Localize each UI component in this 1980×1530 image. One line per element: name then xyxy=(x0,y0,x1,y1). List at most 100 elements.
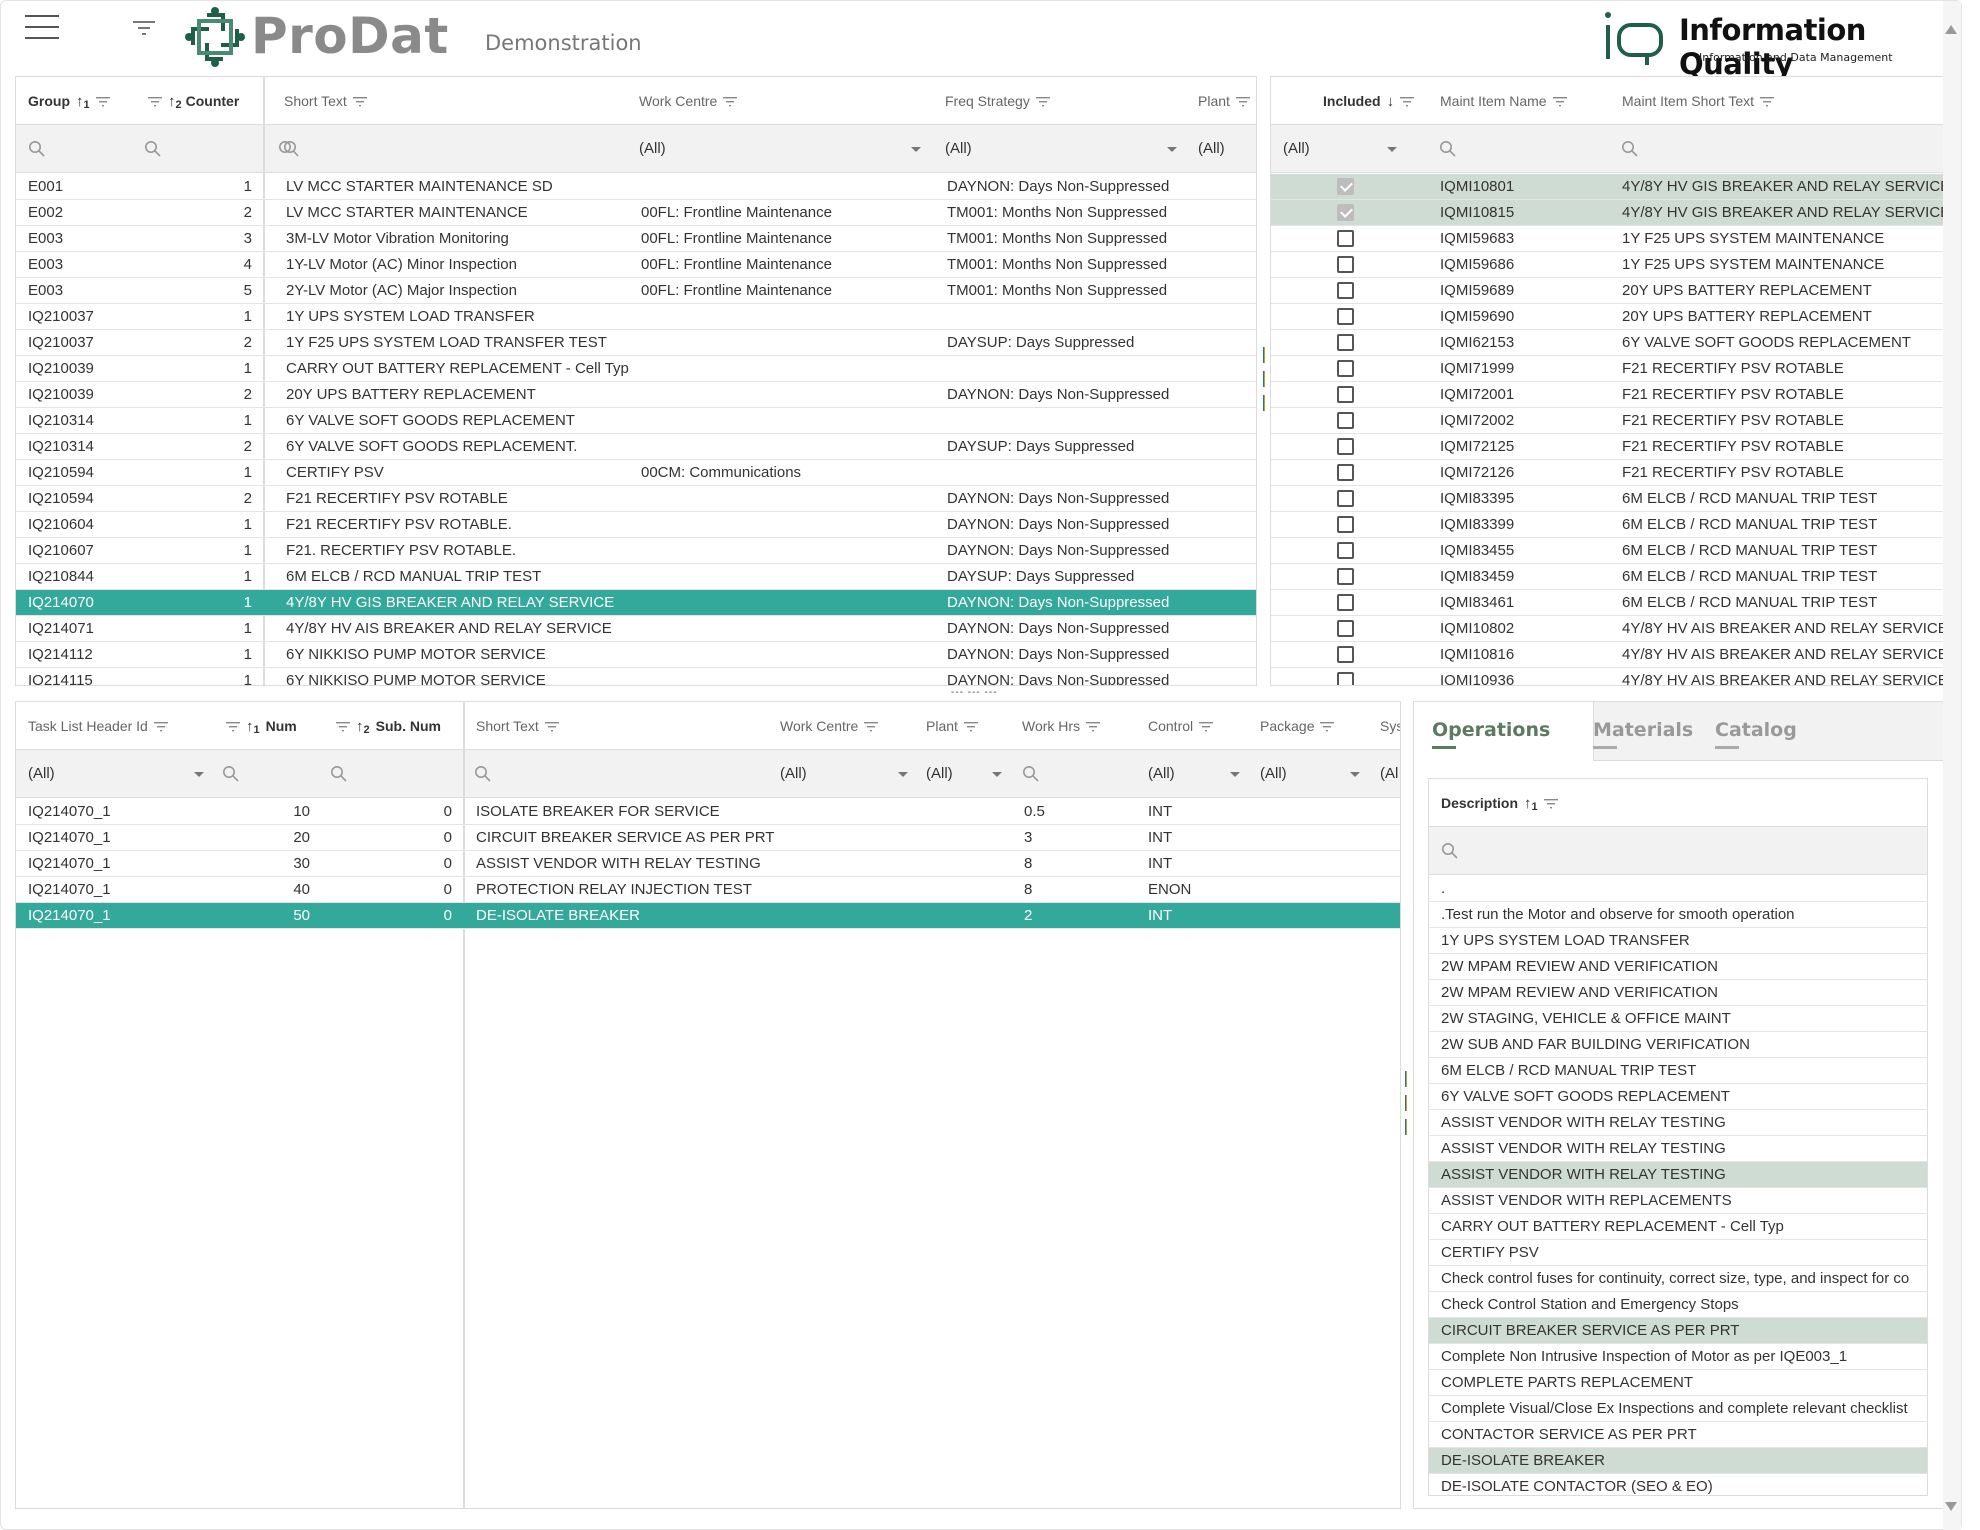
list-item[interactable]: 2W STAGING, VEHICLE & OFFICE MAINT xyxy=(1429,1006,1927,1032)
included-filter[interactable]: (All) xyxy=(1283,125,1405,173)
list-item[interactable]: Check control fuses for continuity, corr… xyxy=(1429,1266,1927,1292)
table-row[interactable]: IQ214071 1 4Y/8Y HV AIS BREAKER AND RELAY … xyxy=(16,616,1256,642)
included-checkbox[interactable] xyxy=(1337,334,1354,351)
column-header-plant[interactable]: Plant xyxy=(926,702,978,750)
table-row[interactable]: IQMI10936 4Y/8Y HV AIS BREAKER AND RELAY … xyxy=(1271,668,1945,685)
column-header-control[interactable]: Control xyxy=(1148,702,1213,750)
filter-icon[interactable] xyxy=(336,722,350,732)
system-filter[interactable]: (Al xyxy=(1380,750,1400,798)
column-header-sub-num[interactable]: ↑2 Sub. Num xyxy=(336,702,441,750)
table-row[interactable]: IQ210594 2 F21 RECERTIFY PSV ROTABLE DAYNON… xyxy=(16,486,1256,512)
table-row[interactable]: IQ210604 1 F21 RECERTIFY PSV ROTABLE. DAYNO… xyxy=(16,512,1256,538)
list-item[interactable]: CERTIFY PSV xyxy=(1429,1240,1927,1266)
included-checkbox[interactable] xyxy=(1337,464,1354,481)
list-item[interactable]: CIRCUIT BREAKER SERVICE AS PER PRT xyxy=(1429,1318,1927,1344)
table-row[interactable]: IQ214115 1 6Y NIKKISO PUMP MOTOR SERVICE DA… xyxy=(16,668,1256,685)
list-item[interactable]: ASSIST VENDOR WITH RELAY TESTING xyxy=(1429,1110,1927,1136)
list-item[interactable]: 2W MPAM REVIEW AND VERIFICATION xyxy=(1429,980,1927,1006)
filter-icon[interactable] xyxy=(1544,799,1558,809)
page-scrollbar[interactable] xyxy=(1943,1,1961,1530)
filter-icon[interactable] xyxy=(1086,722,1100,732)
column-header-description[interactable]: Description ↑1 xyxy=(1441,779,1558,827)
column-header-task-list-header-id[interactable]: Task List Header Id xyxy=(28,702,168,750)
table-row[interactable]: IQMI62153 6Y VALVE SOFT GOODS REPLACEMENT xyxy=(1271,330,1945,356)
horizontal-splitter-handle[interactable]: --- --- --- xyxy=(951,687,998,698)
table-row[interactable]: IQMI59683 1Y F25 UPS SYSTEM MAINTENANCE xyxy=(1271,226,1945,252)
column-header-plant[interactable]: Plant xyxy=(1198,77,1250,125)
list-item[interactable]: 1Y UPS SYSTEM LOAD TRANSFER xyxy=(1429,928,1927,954)
table-row[interactable]: IQMI72126 F21 RECERTIFY PSV ROTABLE xyxy=(1271,460,1945,486)
included-checkbox[interactable] xyxy=(1337,594,1354,611)
list-item[interactable]: 6M ELCB / RCD MANUAL TRIP TEST xyxy=(1429,1058,1927,1084)
table-row[interactable]: IQ214070_1 40 0 PROTECTION RELAY INJECTION … xyxy=(16,877,1400,903)
table-row[interactable]: IQ210037 2 1Y F25 UPS SYSTEM LOAD TRANSFER… xyxy=(16,330,1256,356)
filter-icon[interactable] xyxy=(545,722,559,732)
column-header-counter[interactable]: ↑2 Counter xyxy=(148,77,239,125)
table-row[interactable]: E001 1 LV MCC STARTER MAINTENANCE SD DAYNON… xyxy=(16,174,1256,200)
search-icon[interactable] xyxy=(222,765,240,783)
table-row[interactable]: IQ210314 2 6Y VALVE SOFT GOODS REPLACEMENT… xyxy=(16,434,1256,460)
plant-filter[interactable]: (All) xyxy=(1198,125,1256,173)
search-icon[interactable] xyxy=(144,140,162,158)
included-checkbox[interactable] xyxy=(1337,412,1354,429)
search-icon[interactable] xyxy=(1022,765,1040,783)
table-row[interactable]: IQMI59689 20Y UPS BATTERY REPLACEMENT xyxy=(1271,278,1945,304)
filter-icon[interactable] xyxy=(154,722,168,732)
list-item[interactable]: COMPLETE PARTS REPLACEMENT xyxy=(1429,1370,1927,1396)
included-checkbox[interactable] xyxy=(1337,178,1354,195)
table-row[interactable]: E003 3 3M-LV Motor Vibration Monitoring 00F… xyxy=(16,226,1256,252)
table-row[interactable]: IQ214112 1 6Y NIKKISO PUMP MOTOR SERVICE DA… xyxy=(16,642,1256,668)
table-row[interactable]: IQMI71999 F21 RECERTIFY PSV ROTABLE xyxy=(1271,356,1945,382)
work-centre-filter[interactable]: (All) xyxy=(639,125,929,173)
included-checkbox[interactable] xyxy=(1337,542,1354,559)
table-row[interactable]: IQ210607 1 F21. RECERTIFY PSV ROTABLE. DAYN… xyxy=(16,538,1256,564)
column-header-short-text[interactable]: Short Text xyxy=(476,702,559,750)
filter-icon[interactable] xyxy=(1036,97,1050,107)
table-row[interactable]: IQ214070_1 10 0 ISOLATE BREAKER FOR SERVICE… xyxy=(16,799,1400,825)
table-row[interactable]: E003 4 1Y-LV Motor (AC) Minor Inspection 00… xyxy=(16,252,1256,278)
included-checkbox[interactable] xyxy=(1337,568,1354,585)
column-header-maint-item-short-text[interactable]: Maint Item Short Text xyxy=(1622,77,1774,125)
column-header-group[interactable]: Group ↑1 xyxy=(28,77,110,125)
scroll-up-icon[interactable] xyxy=(1945,25,1957,34)
search-icon[interactable] xyxy=(278,140,300,158)
list-item[interactable]: ASSIST VENDOR WITH RELAY TESTING xyxy=(1429,1136,1927,1162)
plant-filter[interactable]: (All) xyxy=(926,750,1010,798)
filter-icon[interactable] xyxy=(148,97,162,107)
included-checkbox[interactable] xyxy=(1337,282,1354,299)
list-item[interactable]: . xyxy=(1429,876,1927,902)
filter-icon[interactable] xyxy=(723,97,737,107)
table-row[interactable]: IQ210844 1 6M ELCB / RCD MANUAL TRIP TEST D… xyxy=(16,564,1256,590)
table-row[interactable]: IQ214070 1 4Y/8Y HV GIS BREAKER AND RELAY … xyxy=(16,590,1256,616)
search-icon[interactable] xyxy=(1439,140,1457,158)
package-filter[interactable]: (All) xyxy=(1260,750,1368,798)
included-checkbox[interactable] xyxy=(1337,516,1354,533)
table-row[interactable]: E003 5 2Y-LV Motor (AC) Major Inspection 00… xyxy=(16,278,1256,304)
column-header-short-text[interactable]: Short Text xyxy=(284,77,367,125)
search-icon[interactable] xyxy=(330,765,348,783)
column-header-work-centre[interactable]: Work Centre xyxy=(780,702,878,750)
included-checkbox[interactable] xyxy=(1337,204,1354,221)
table-row[interactable]: IQMI10802 4Y/8Y HV AIS BREAKER AND RELAY … xyxy=(1271,616,1945,642)
included-checkbox[interactable] xyxy=(1337,672,1354,685)
table-row[interactable]: IQ210037 1 1Y UPS SYSTEM LOAD TRANSFER xyxy=(16,304,1256,330)
table-row[interactable]: IQMI72125 F21 RECERTIFY PSV ROTABLE xyxy=(1271,434,1945,460)
list-item[interactable]: CARRY OUT BATTERY REPLACEMENT - Cell Typ xyxy=(1429,1214,1927,1240)
included-checkbox[interactable] xyxy=(1337,620,1354,637)
table-row[interactable]: IQMI83459 6M ELCB / RCD MANUAL TRIP TEST xyxy=(1271,564,1945,590)
included-checkbox[interactable] xyxy=(1337,646,1354,663)
tab-operations[interactable]: Operations xyxy=(1414,702,1594,761)
list-item[interactable]: ASSIST VENDOR WITH REPLACEMENTS xyxy=(1429,1188,1927,1214)
list-item[interactable]: .Test run the Motor and observe for smoo… xyxy=(1429,902,1927,928)
list-item[interactable]: ASSIST VENDOR WITH RELAY TESTING xyxy=(1429,1162,1927,1188)
included-checkbox[interactable] xyxy=(1337,256,1354,273)
list-item[interactable]: 2W MPAM REVIEW AND VERIFICATION xyxy=(1429,954,1927,980)
filter-icon[interactable] xyxy=(353,97,367,107)
filter-icon[interactable] xyxy=(1236,97,1250,107)
column-header-system[interactable]: Sys xyxy=(1380,702,1400,750)
column-header-num[interactable]: ↑1 Num xyxy=(226,702,297,750)
search-icon[interactable] xyxy=(28,140,46,158)
table-row[interactable]: IQ210039 1 CARRY OUT BATTERY REPLACEMENT -… xyxy=(16,356,1256,382)
vertical-splitter-handle[interactable] xyxy=(1405,1071,1409,1143)
table-row[interactable]: IQ210594 1 CERTIFY PSV 00CM: Communications xyxy=(16,460,1256,486)
